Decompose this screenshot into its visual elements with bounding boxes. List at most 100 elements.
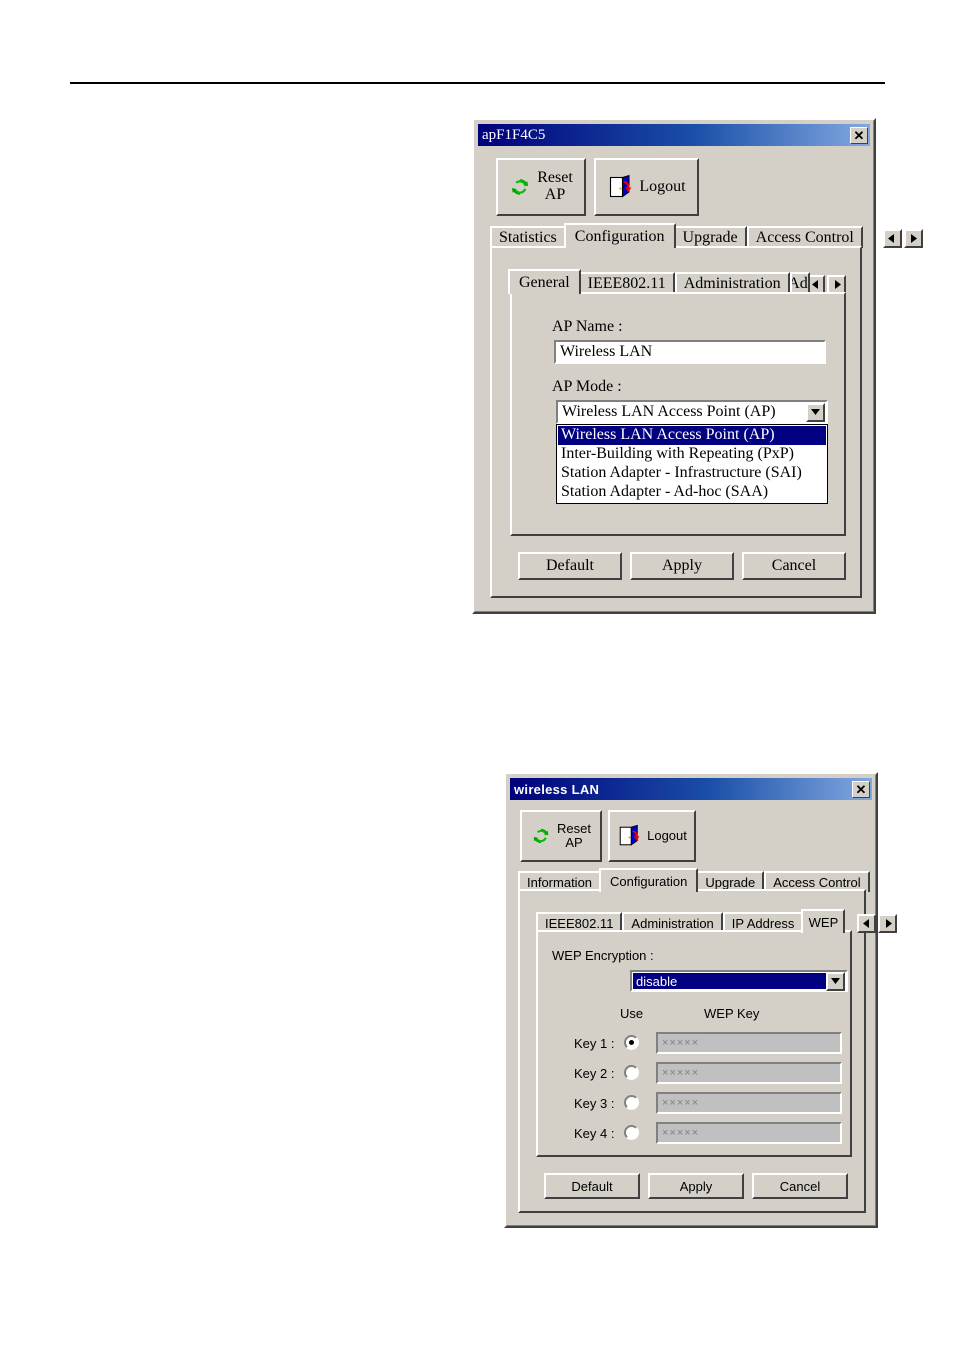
tab-label: General [519,273,570,291]
tab-label: Configuration [610,873,688,889]
titlebar: apF1F4C5 ✕ [478,124,870,146]
tab-label: Upgrade [705,875,756,890]
inner-tab-scroll [857,914,898,933]
tab-scroll-left-icon[interactable] [857,914,877,933]
ap-name-input[interactable]: Wireless LAN [554,340,826,364]
door-exit-icon [607,174,633,200]
logout-label: Logout [647,828,687,844]
tab-label: Access Control [773,875,861,890]
tab-upgrade[interactable]: Upgrade [673,226,747,248]
droplist-option[interactable]: Inter-Building with Repeating (PxP) [558,445,826,464]
ap-mode-combobox[interactable]: Wireless LAN Access Point (AP) [556,400,828,424]
reset-ap-label: Reset AP [537,169,573,203]
default-button[interactable]: Default [518,552,622,580]
chevron-down-icon[interactable] [826,971,845,991]
inner-tabstrip: General IEEE802.11 Administration IP Add… [508,269,846,294]
tab-label: IP Addre [789,275,808,292]
key-4-label: Key 4 : [574,1126,615,1141]
ap-configuration-dialog: apF1F4C5 ✕ Reset AP Logout Statistics Co… [472,118,923,614]
wep-key-column-header: WEP Key [704,1006,760,1021]
tab-label: Administration [683,275,781,292]
cancel-label: Cancel [779,1178,821,1194]
key-4-input[interactable]: ××××× [656,1122,842,1144]
logout-button[interactable]: Logout [608,810,696,862]
key-3-radio[interactable] [624,1095,639,1110]
key-2-radio[interactable] [624,1065,639,1080]
key-1-radio[interactable] [624,1035,639,1050]
ap-mode-droplist[interactable]: Wireless LAN Access Point (AP) Inter-Bui… [556,424,828,504]
tab-configuration[interactable]: Configuration [563,223,676,248]
tab-label: WEP [808,914,839,930]
tab-label: Administration [631,916,714,931]
key-2-label: Key 2 : [574,1066,615,1081]
default-label: Default [571,1178,613,1194]
cancel-button[interactable]: Cancel [742,552,846,580]
window-title: apF1F4C5 [482,127,546,143]
ap-mode-value: Wireless LAN Access Point (AP) [562,403,776,420]
tab-administration[interactable]: Administration [674,272,790,294]
tab-label: IEEE802.11 [587,275,666,292]
tab-configuration[interactable]: Configuration [599,868,699,892]
wep-tabpanel: WEP Encryption : disable Use WEP Key Key… [536,930,852,1157]
key-3-label: Key 3 : [574,1096,615,1111]
logout-button[interactable]: Logout [594,158,699,216]
ap-mode-label: AP Mode : [552,378,622,395]
tab-ieee80211[interactable]: IEEE802.11 [578,272,675,294]
tab-label: Access Control [755,229,854,246]
apply-button[interactable]: Apply [630,552,734,580]
outer-tabpanel: General IEEE802.11 Administration IP Add… [490,246,862,598]
default-button[interactable]: Default [544,1173,640,1199]
tab-scroll-left-icon[interactable] [882,229,902,248]
apply-button[interactable]: Apply [648,1173,744,1199]
outer-tab-scroll [882,229,923,248]
key-1-input[interactable]: ××××× [656,1032,842,1054]
apply-label: Apply [662,557,702,574]
wep-encryption-combobox[interactable]: disable [630,970,848,992]
default-label: Default [546,557,594,574]
close-icon[interactable]: ✕ [850,126,868,144]
tab-label: Statistics [499,229,557,246]
close-icon[interactable]: ✕ [852,780,870,798]
tab-label: IEEE802.11 [545,916,614,931]
radio-dot [629,1040,634,1045]
tab-general[interactable]: General [508,269,581,294]
droplist-option[interactable]: Station Adapter - Infrastructure (SAI) [558,464,826,483]
use-column-header: Use [620,1006,644,1021]
key-2-input[interactable]: ××××× [656,1062,842,1084]
droplist-option[interactable]: Station Adapter - Ad-hoc (SAA) [558,483,826,502]
apply-label: Apply [679,1178,713,1194]
droplist-option[interactable]: Wireless LAN Access Point (AP) [558,426,826,445]
tab-statistics[interactable]: Statistics [490,226,566,248]
tab-scroll-right-icon[interactable] [903,229,923,248]
tab-scroll-right-icon[interactable] [878,914,898,933]
refresh-icon [531,826,551,846]
reset-ap-label: Reset AP [557,821,591,850]
chevron-down-icon[interactable] [806,402,825,422]
outer-tabpanel: IEEE802.11 Administration IP Address WEP [518,889,898,1213]
refresh-icon [509,176,531,198]
tab-wep[interactable]: WEP [801,909,846,933]
tab-ip-address[interactable]: IP Addre [789,272,810,294]
window-title: wireless LAN [514,782,600,796]
logout-label: Logout [639,177,686,195]
wep-encryption-label: WEP Encryption : [552,948,654,963]
outer-tabstrip: Statistics Configuration Upgrade Access … [490,223,923,248]
tab-label: Information [527,875,593,890]
tab-access-control[interactable]: Access Control [746,226,863,248]
reset-ap-button[interactable]: Reset AP [520,810,602,862]
ap-name-label: AP Name : [552,318,623,335]
cancel-label: Cancel [771,557,817,574]
page-horizontal-rule [70,82,885,84]
wep-configuration-dialog: wireless LAN ✕ Reset AP Logout Informati… [504,772,898,1228]
key-1-label: Key 1 : [574,1036,615,1051]
key-3-input[interactable]: ××××× [656,1092,842,1114]
key-4-radio[interactable] [624,1125,639,1140]
general-tabpanel: AP Name : Wireless LAN AP Mode : Wireles… [510,292,846,536]
tab-label: IP Address [731,916,795,931]
cancel-button[interactable]: Cancel [752,1173,848,1199]
tab-label: Upgrade [682,229,738,246]
wep-encryption-value: disable [633,973,826,989]
reset-ap-button[interactable]: Reset AP [496,158,586,216]
titlebar: wireless LAN ✕ [510,778,872,800]
tab-label: Configuration [574,227,665,245]
